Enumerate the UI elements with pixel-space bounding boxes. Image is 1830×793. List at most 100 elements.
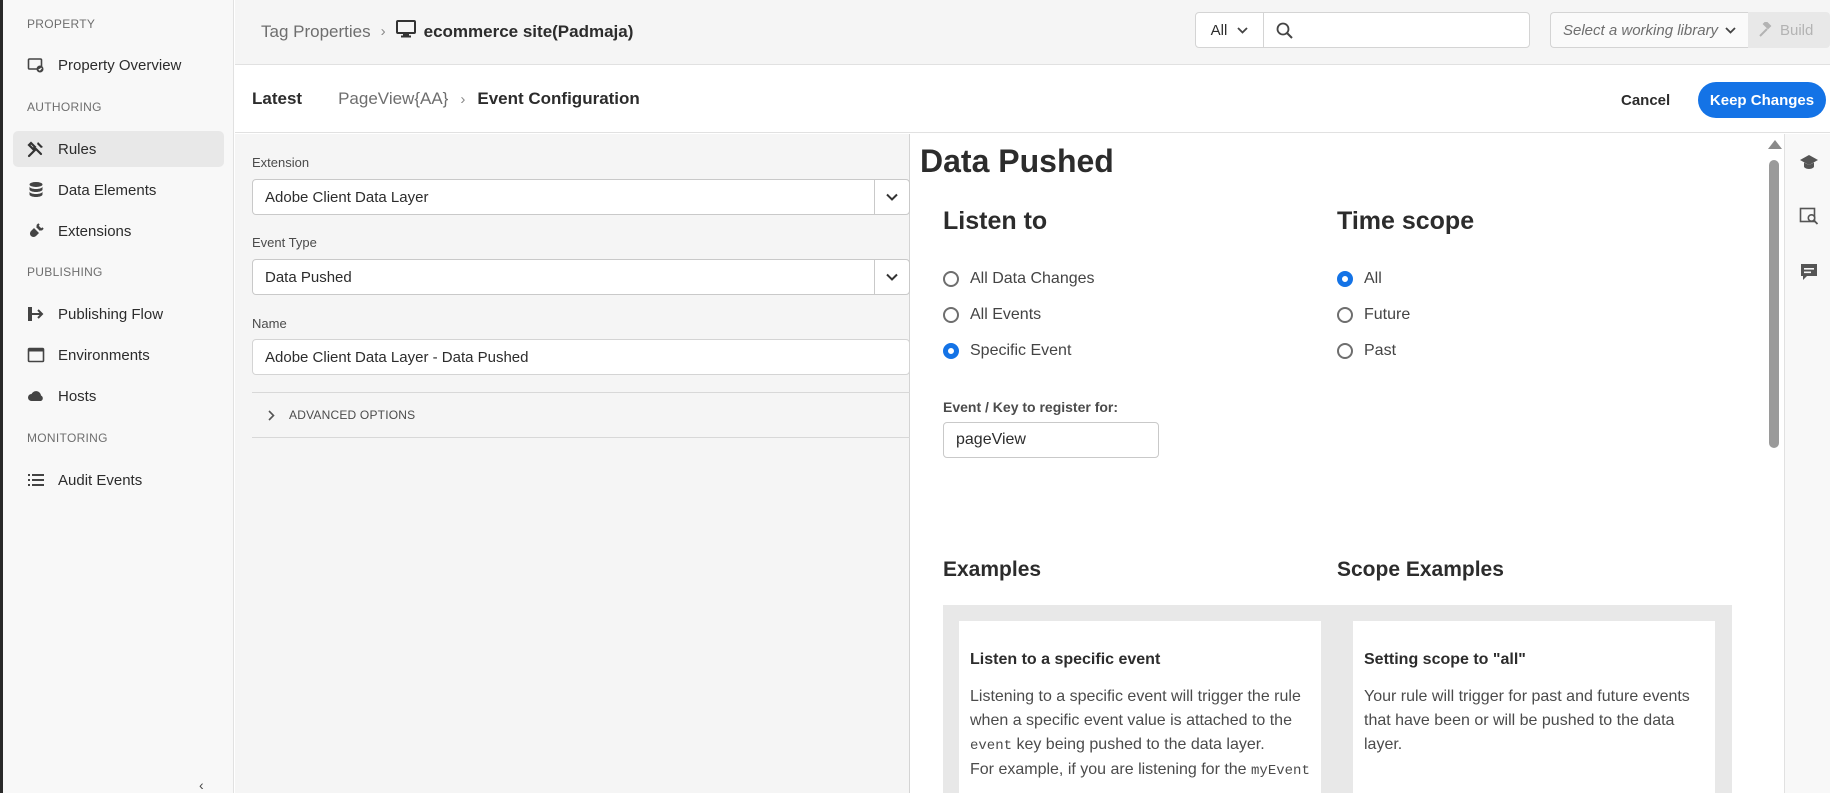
example-code: myEvent — [1251, 763, 1310, 779]
scroll-up-arrow-icon[interactable] — [1768, 140, 1782, 149]
name-label: Name — [252, 316, 287, 331]
radio-label: All Events — [970, 306, 1042, 323]
publishing-flow-icon — [26, 305, 46, 323]
radio-button[interactable] — [943, 271, 959, 287]
sidebar-item-environments[interactable]: Environments — [13, 337, 224, 373]
extensions-icon — [26, 222, 46, 240]
radio-label: Past — [1364, 342, 1397, 359]
sidebar-item-publishing-flow[interactable]: Publishing Flow — [13, 296, 224, 332]
examples-heading: Examples — [943, 558, 1042, 581]
search-scope-select[interactable]: All — [1196, 13, 1264, 47]
latest-label: Latest — [252, 89, 303, 108]
sidebar-item-extensions[interactable]: Extensions — [13, 213, 224, 249]
listen-to-heading: Listen to — [943, 207, 1048, 235]
chevron-right-icon: › — [460, 90, 466, 108]
radio-label: Future — [1364, 306, 1411, 323]
event-type-label: Event Type — [252, 235, 317, 250]
property-name[interactable]: ecommerce site(Padmaja) — [424, 22, 634, 42]
radio-scope-all[interactable]: All — [1337, 270, 1382, 288]
audit-events-icon — [26, 471, 46, 489]
working-library-placeholder: Select a working library — [1563, 21, 1719, 39]
chevron-down-icon[interactable] — [874, 180, 909, 214]
event-type-value: Data Pushed — [265, 268, 352, 286]
radio-scope-past[interactable]: Past — [1337, 342, 1396, 360]
config-title: Data Pushed — [920, 143, 1114, 179]
comments-icon[interactable] — [1799, 262, 1819, 282]
sidebar-item-label: Environments — [58, 346, 150, 364]
example-card-title: Setting scope to "all" — [1364, 651, 1526, 668]
advanced-options-label: ADVANCED OPTIONS — [289, 408, 416, 422]
working-library-select[interactable]: Select a working library — [1550, 12, 1748, 48]
sidebar-item-audit-events[interactable]: Audit Events — [13, 462, 224, 498]
search-input[interactable] — [1304, 13, 1529, 47]
sidebar-item-label: Property Overview — [58, 56, 182, 74]
example-card-specific-event: Listen to a specific event Listening to … — [959, 621, 1321, 793]
extension-label: Extension — [252, 155, 310, 170]
breadcrumb-rule[interactable]: PageView{AA} — [338, 89, 448, 109]
radio-specific-event[interactable]: Specific Event — [943, 342, 1071, 360]
section-authoring: AUTHORING — [27, 100, 102, 114]
radio-label: All Data Changes — [970, 270, 1095, 287]
preview-search-icon[interactable] — [1799, 206, 1819, 226]
search-icon — [1264, 13, 1304, 47]
chevron-right-icon — [268, 409, 275, 421]
scope-examples-heading: Scope Examples — [1337, 558, 1504, 581]
sidebar-item-property-overview[interactable]: Property Overview — [13, 47, 224, 83]
example-text: For example, if you are listening for th… — [970, 761, 1252, 778]
radio-button[interactable] — [1337, 343, 1353, 359]
sidebar-item-hosts[interactable]: Hosts — [13, 378, 224, 414]
section-publishing: PUBLISHING — [27, 265, 103, 279]
collapse-sidebar-icon[interactable]: ‹ — [199, 777, 204, 793]
environments-icon — [26, 346, 46, 364]
sidebar-item-label: Audit Events — [58, 471, 143, 489]
example-text: Listening to a specific event will trigg… — [970, 688, 1301, 729]
radio-scope-future[interactable]: Future — [1337, 306, 1410, 324]
chevron-down-icon — [1725, 26, 1736, 34]
example-card-title: Listen to a specific event — [970, 651, 1161, 668]
extension-value: Adobe Client Data Layer — [265, 188, 429, 206]
config-scrollbar[interactable] — [1767, 138, 1782, 793]
section-monitoring: MONITORING — [27, 431, 108, 445]
radio-label: Specific Event — [970, 342, 1072, 359]
event-type-select[interactable]: Data Pushed — [252, 259, 910, 295]
cancel-button[interactable]: Cancel — [1605, 83, 1686, 117]
time-scope-heading: Time scope — [1337, 207, 1475, 235]
radio-button-selected[interactable] — [1337, 271, 1353, 287]
sidebar: PROPERTY Property Overview AUTHORING Rul… — [0, 0, 234, 793]
radio-all-events[interactable]: All Events — [943, 306, 1041, 324]
name-field[interactable]: Adobe Client Data Layer - Data Pushed — [252, 339, 910, 375]
monitor-icon — [395, 20, 416, 43]
radio-all-data-changes[interactable]: All Data Changes — [943, 270, 1095, 288]
radio-label: All — [1364, 270, 1382, 287]
breadcrumb-tag-properties[interactable]: Tag Properties — [261, 22, 371, 42]
advanced-options-toggle[interactable]: ADVANCED OPTIONS — [252, 392, 910, 438]
learn-icon[interactable] — [1799, 152, 1819, 172]
sidebar-item-data-elements[interactable]: Data Elements — [13, 172, 224, 208]
scrollbar-thumb[interactable] — [1769, 160, 1779, 448]
keep-changes-button[interactable]: Keep Changes — [1698, 82, 1826, 118]
event-key-label: Event / Key to register for: — [943, 399, 1119, 415]
extension-select[interactable]: Adobe Client Data Layer — [252, 179, 910, 215]
breadcrumb-current: Event Configuration — [477, 89, 640, 108]
build-button[interactable]: Build — [1748, 12, 1830, 48]
extension-config-panel: Data Pushed Listen to All Data Changes A… — [911, 134, 1784, 793]
sidebar-item-label: Data Elements — [58, 181, 157, 199]
radio-button-selected[interactable] — [943, 343, 959, 359]
build-label: Build — [1780, 21, 1814, 39]
example-card-body: Your rule will trigger for past and futu… — [1364, 688, 1690, 753]
radio-button[interactable] — [1337, 307, 1353, 323]
chevron-down-icon[interactable] — [874, 260, 909, 294]
event-key-input[interactable]: pageView — [943, 422, 1159, 458]
hosts-icon — [26, 387, 46, 405]
examples-container: Listen to a specific event Listening to … — [943, 605, 1732, 793]
radio-button[interactable] — [943, 307, 959, 323]
sidebar-item-rules[interactable]: Rules — [13, 131, 224, 167]
sidebar-item-label: Rules — [58, 140, 97, 158]
event-form: Extension Adobe Client Data Layer Event … — [235, 134, 910, 793]
rule-header: Latest PageView{AA} › Event Configuratio… — [235, 66, 1830, 133]
right-rail — [1784, 134, 1830, 793]
rules-icon — [26, 140, 46, 158]
search-scope-value: All — [1210, 21, 1228, 39]
sidebar-item-label: Extensions — [58, 222, 132, 240]
window-edge — [0, 0, 3, 793]
